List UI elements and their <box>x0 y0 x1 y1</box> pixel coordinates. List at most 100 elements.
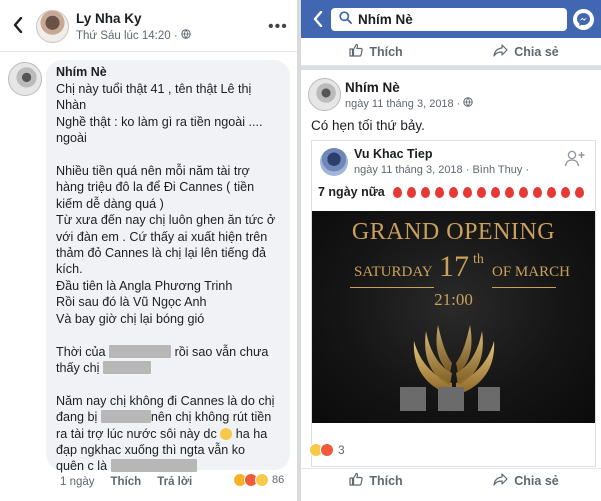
comment-line: đang bị <box>56 410 98 425</box>
comment-bubble: Nhím Nè Chị này tuổi thật 41 , tên thật … <box>46 60 290 473</box>
add-friend-icon[interactable] <box>564 149 586 169</box>
reply-link[interactable]: Trả lời <box>157 476 192 488</box>
comment-line: Nghề thật : ko làm gì ra tiền ngoài .... <box>56 114 263 129</box>
share-arrow-icon <box>493 472 508 489</box>
grand-opening-poster[interactable]: GRAND OPENING SATURDAY 17 th OF MARCH 21… <box>312 211 595 423</box>
globe-icon <box>463 97 474 110</box>
comment-line: Và bay giờ chị lại bóng gió <box>56 311 205 326</box>
balloon-icon <box>420 186 430 198</box>
poster-day: 17 <box>439 250 469 283</box>
comment-line: rồi sao vẫn chưa <box>174 344 269 359</box>
emoji-icon <box>220 427 233 440</box>
divider <box>301 66 601 70</box>
messenger-icon[interactable] <box>573 9 594 30</box>
poster-saturday: SATURDAY <box>354 264 433 280</box>
balloon-icon <box>490 186 500 198</box>
timestamp-text: Thứ Sáu lúc 14:20 · <box>76 29 178 42</box>
balloon-icon <box>518 186 528 198</box>
search-input[interactable]: Nhím Nè <box>331 8 567 31</box>
balloon-icon <box>560 186 570 198</box>
shared-post[interactable]: Vu Khac Tiep ngày 11 tháng 3, 2018 · Bìn… <box>311 140 596 467</box>
comment-line: nên chị không rút tiền <box>150 410 272 425</box>
poster-title: GRAND OPENING <box>351 219 556 245</box>
share-button[interactable]: Chia sẻ <box>451 469 601 492</box>
angry-reaction-icon <box>320 443 334 457</box>
shared-text-label: 7 ngày nữa <box>318 185 385 199</box>
more-options-icon[interactable]: ••• <box>268 18 288 36</box>
comment-line: Thời của <box>56 344 106 359</box>
like-label: Thích <box>369 473 403 488</box>
comment-line: Từ xưa đến nay chị luôn ghen ăn tức ở <box>56 213 276 228</box>
bottom-action-bar: Thích Chia sẻ <box>301 468 601 492</box>
comment-actions: 1 ngày Thích Trả lời <box>60 476 192 488</box>
comment-line: Năm nay chị không đi Cannes là do chị <box>56 393 275 408</box>
shared-text: 7 ngày nữa <box>318 185 584 199</box>
redacted-text <box>102 360 151 374</box>
comment-line: thấy chị <box>56 360 100 375</box>
comment-line: thảm đỏ Cannes là chị lại lên tiếng đả <box>56 246 267 261</box>
shared-date: ngày 11 tháng 3, 2018 · Bình Thuy · <box>354 164 530 176</box>
share-button[interactable]: Chia sẻ <box>451 38 601 65</box>
shared-author-avatar[interactable] <box>320 148 348 176</box>
post-header: Ly Nha Ky Thứ Sáu lúc 14:20 · ••• <box>0 0 297 52</box>
comment-line: kích. <box>56 262 83 277</box>
share-label: Chia sẻ <box>514 44 559 59</box>
thumbs-up-icon <box>349 472 364 489</box>
pixelated-area <box>438 387 464 411</box>
redacted-text <box>100 410 151 424</box>
comment-line: ha ha <box>235 426 268 441</box>
thumbs-up-icon <box>349 43 364 60</box>
comment-line: hàng triệu đô la để Đi Cannes ( tiền <box>56 180 255 195</box>
commenter-avatar[interactable] <box>8 62 42 96</box>
post-timestamp: Thứ Sáu lúc 14:20 · <box>76 29 191 42</box>
comment-text: Chị này tuổi thật 41 , tên thật Lê thị N… <box>56 81 280 475</box>
like-label: Thích <box>369 44 403 59</box>
reaction-summary[interactable]: 86 <box>233 473 285 487</box>
balloon-emojis <box>391 186 584 198</box>
comment-line: Rồi sau đó là Vũ Ngọc Anh <box>56 295 207 310</box>
search-icon <box>339 10 352 29</box>
balloon-icon <box>532 186 542 198</box>
poster-avatar[interactable] <box>308 78 341 111</box>
top-bar: Nhím Nè <box>301 0 601 38</box>
reaction-summary[interactable]: 3 <box>309 443 345 457</box>
balloon-icon <box>462 186 472 198</box>
balloon-icon <box>448 186 458 198</box>
like-button[interactable]: Thích <box>301 469 451 492</box>
comment-line: với đàn em . Cứ thấy ai xuất hiện trên <box>56 229 268 244</box>
balloon-icon <box>546 186 556 198</box>
like-button[interactable]: Thích <box>301 38 451 65</box>
wow-reaction-icon <box>255 473 269 487</box>
like-link[interactable]: Thích <box>111 476 142 488</box>
poster-rule <box>350 287 434 288</box>
comment-line: Chị này tuổi thật 41 , tên thật Lê thị <box>56 82 252 96</box>
right-screenshot-panel: Nhím Nè Thích Chia sẻ Nhím Nè ngày 11 th… <box>301 0 601 501</box>
comment-time: 1 ngày <box>60 476 95 488</box>
avatar[interactable] <box>36 10 69 43</box>
comment-line: Nhiều tiền quá nên mỗi năm tài trợ <box>56 164 250 179</box>
back-arrow-icon[interactable] <box>309 8 327 30</box>
balloon-icon <box>434 186 444 198</box>
post-date-text: ngày 11 tháng 3, 2018 · <box>345 97 461 110</box>
balloon-icon <box>504 186 514 198</box>
comment-line: đạp ngkhac xuống thì ngta vẫn ko <box>56 442 246 457</box>
top-action-bar: Thích Chia sẻ <box>301 38 601 66</box>
left-screenshot-panel: Ly Nha Ky Thứ Sáu lúc 14:20 · ••• Nhím N… <box>0 0 297 501</box>
shared-author[interactable]: Vu Khac Tiep <box>354 147 433 161</box>
comment-line: Nhàn <box>56 98 87 113</box>
comment-author[interactable]: Nhím Nè <box>56 65 280 79</box>
share-arrow-icon <box>493 43 508 60</box>
post-author[interactable]: Nhím Nè <box>345 80 400 95</box>
page-title[interactable]: Ly Nha Ky <box>76 11 142 26</box>
share-label: Chia sẻ <box>514 473 559 488</box>
reaction-count: 86 <box>272 474 285 486</box>
search-value: Nhím Nè <box>358 12 413 27</box>
back-arrow-icon[interactable] <box>8 14 28 36</box>
reaction-count: 3 <box>338 443 345 457</box>
pixelated-area <box>478 387 500 411</box>
redacted-text <box>109 344 172 358</box>
post-text: Có hẹn tối thứ bảy. <box>311 118 425 133</box>
post-date: ngày 11 tháng 3, 2018 · <box>345 97 474 110</box>
redacted-text <box>110 459 197 473</box>
comment-line: kiếm dễ dàng quá ) <box>56 196 164 211</box>
